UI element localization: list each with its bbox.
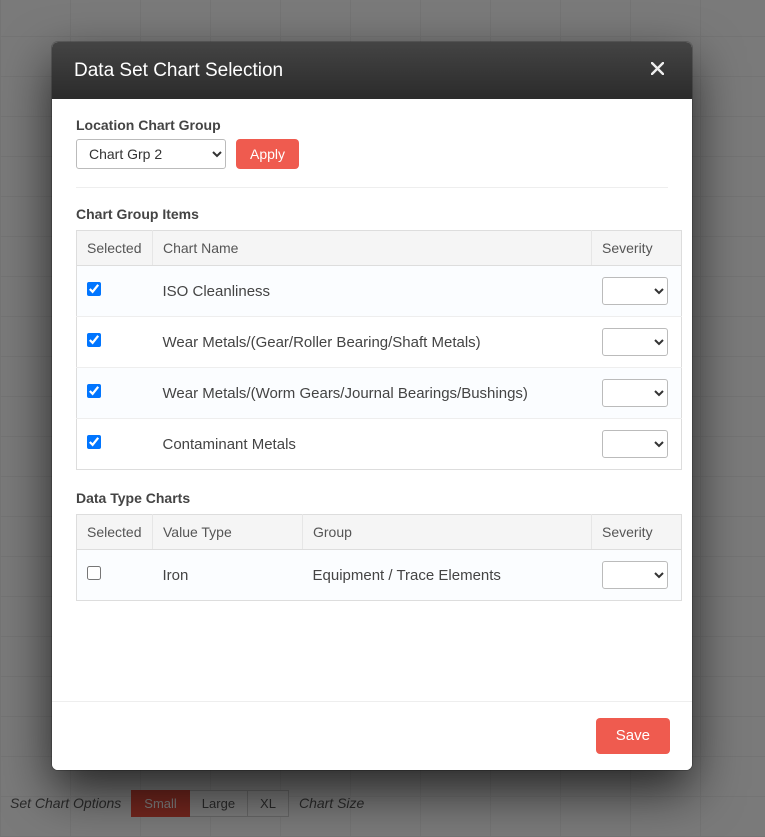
table-row: Wear Metals/(Gear/Roller Bearing/Shaft M… (77, 317, 682, 368)
row-checkbox[interactable] (87, 282, 101, 296)
col-header-severity: Severity (592, 515, 682, 550)
modal-header: Data Set Chart Selection (52, 42, 692, 99)
row-checkbox[interactable] (87, 435, 101, 449)
col-header-group: Group (303, 515, 592, 550)
scroll-area[interactable]: Chart Group Items Selected Chart Name Se… (52, 202, 692, 701)
modal-body: Location Chart Group Chart Grp 2 Apply C… (52, 99, 692, 701)
apply-button[interactable]: Apply (236, 139, 299, 169)
table-row: Wear Metals/(Worm Gears/Journal Bearings… (77, 368, 682, 419)
row-checkbox[interactable] (87, 566, 101, 580)
col-header-selected: Selected (77, 515, 153, 550)
divider (76, 187, 668, 188)
severity-select[interactable] (602, 379, 668, 407)
table-row: ISO Cleanliness (77, 266, 682, 317)
chart-name-cell: Contaminant Metals (153, 419, 592, 470)
chart-name-cell: Wear Metals/(Worm Gears/Journal Bearings… (153, 368, 592, 419)
col-header-value-type: Value Type (153, 515, 303, 550)
close-icon (651, 62, 664, 75)
col-header-severity: Severity (592, 231, 682, 266)
modal-footer: Save (52, 701, 692, 770)
severity-select[interactable] (602, 561, 668, 589)
row-checkbox[interactable] (87, 333, 101, 347)
table-row: Contaminant Metals (77, 419, 682, 470)
severity-select[interactable] (602, 277, 668, 305)
value-type-cell: Iron (153, 550, 303, 601)
chart-group-items-title: Chart Group Items (76, 206, 682, 222)
data-type-charts-title: Data Type Charts (76, 490, 682, 506)
col-header-selected: Selected (77, 231, 153, 266)
save-button[interactable]: Save (596, 718, 670, 754)
location-chart-group-section: Location Chart Group Chart Grp 2 Apply (52, 117, 692, 181)
close-button[interactable] (645, 58, 670, 83)
group-cell: Equipment / Trace Elements (303, 550, 592, 601)
data-type-charts-table: Selected Value Type Group Severity Iron … (76, 514, 682, 601)
location-chart-group-label: Location Chart Group (76, 117, 668, 133)
chart-name-cell: ISO Cleanliness (153, 266, 592, 317)
chart-name-cell: Wear Metals/(Gear/Roller Bearing/Shaft M… (153, 317, 592, 368)
data-set-chart-selection-modal: Data Set Chart Selection Location Chart … (52, 42, 692, 770)
row-checkbox[interactable] (87, 384, 101, 398)
chart-group-select[interactable]: Chart Grp 2 (76, 139, 226, 169)
severity-select[interactable] (602, 430, 668, 458)
col-header-chart-name: Chart Name (153, 231, 592, 266)
modal-title: Data Set Chart Selection (74, 60, 283, 82)
severity-select[interactable] (602, 328, 668, 356)
chart-group-items-table: Selected Chart Name Severity ISO Cleanli… (76, 230, 682, 470)
table-row: Iron Equipment / Trace Elements (77, 550, 682, 601)
